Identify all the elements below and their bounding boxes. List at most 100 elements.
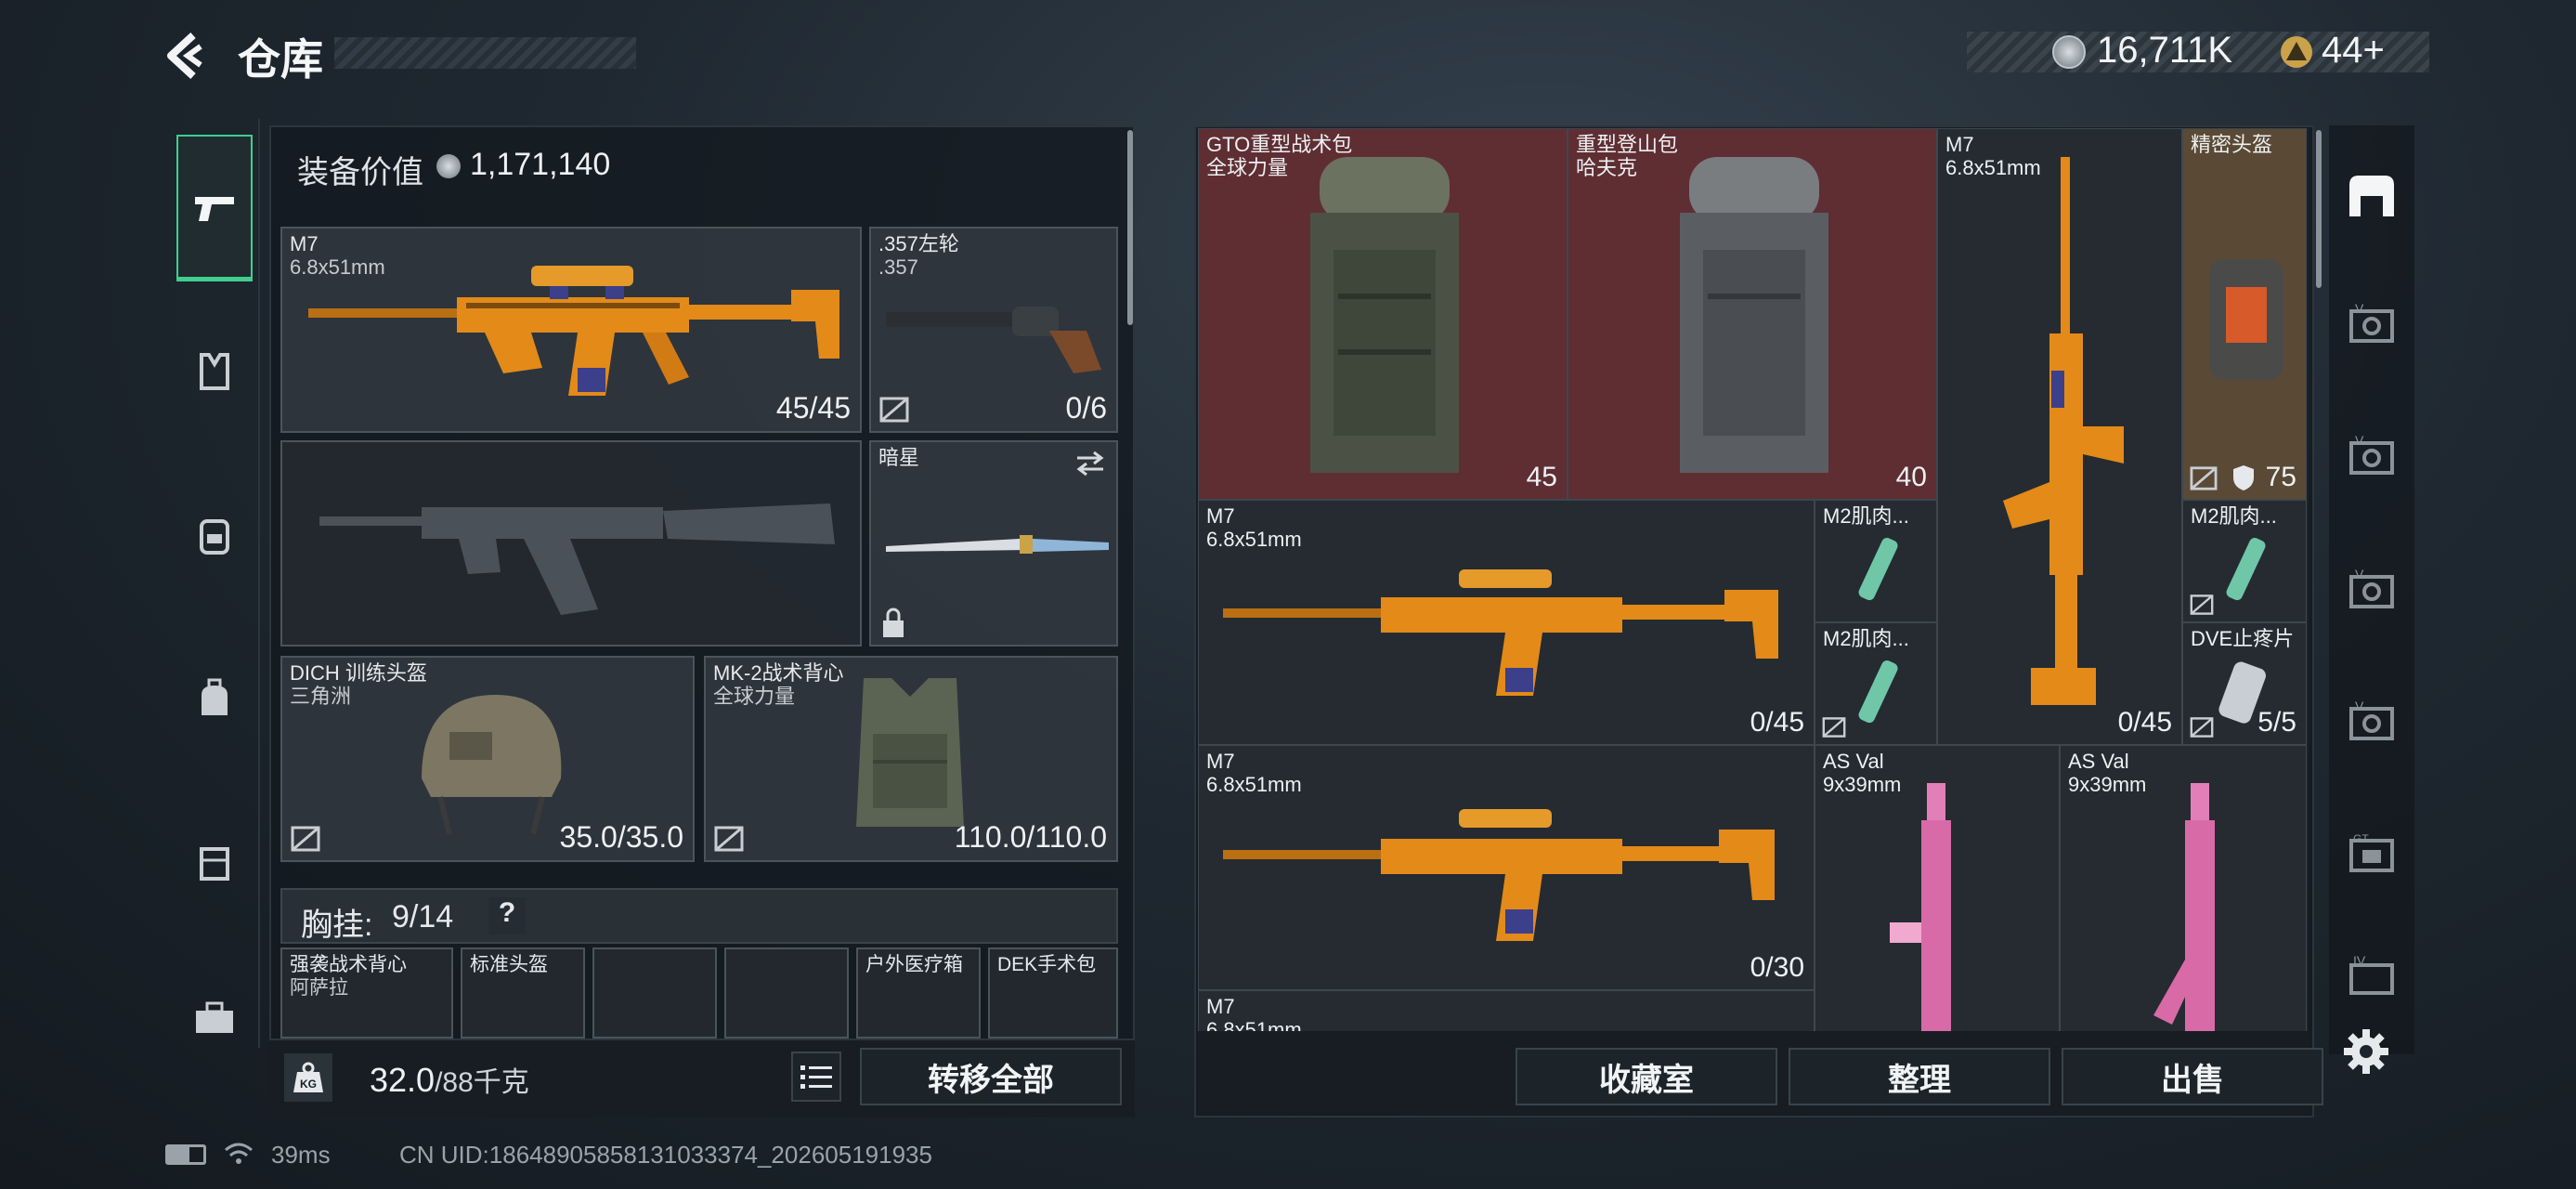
ammo-count: 45/45 (775, 391, 851, 425)
category-case-tab[interactable] (181, 829, 248, 895)
category-armor-tab[interactable] (181, 338, 248, 405)
storage-tab-7[interactable]: IV (2335, 944, 2409, 1011)
ammo-count: 0/45 (2117, 707, 2172, 738)
chevron-left-icon (167, 33, 202, 79)
storage-item-m7-2[interactable]: M7 6.8x51mm 0/30 (1198, 745, 1815, 990)
small-slot-6[interactable]: DEK手术包 (988, 947, 1118, 1039)
storage-item-precision-helmet[interactable]: 精密头盔 75 (2182, 128, 2307, 500)
chest-rig-bar[interactable]: 胸挂: 9/14 ? (280, 888, 1118, 944)
panel-scrollbar[interactable] (1127, 130, 1133, 325)
storage-tab-4[interactable]: V (2335, 557, 2409, 624)
small-slot-3[interactable] (592, 947, 717, 1039)
rifle-image (1223, 809, 1775, 941)
chest-rig-help-button[interactable]: ? (488, 897, 526, 934)
capacity: 40 (1895, 462, 1927, 492)
category-weapons-tab[interactable] (176, 135, 253, 281)
transfer-all-button[interactable]: 转移全部 (860, 1048, 1122, 1105)
storage-tab-home[interactable] (2335, 163, 2409, 229)
storage-item-as-val-1[interactable]: AS Val 9x39mm (1815, 745, 2060, 1031)
storage-item-backpack-gto[interactable]: GTO重型战术包 全球力量 45 (1198, 128, 1568, 500)
backpack-image (1680, 157, 1828, 473)
active-tab-indicator (176, 277, 253, 281)
rifle-image (308, 266, 839, 396)
organize-button[interactable]: 整理 (1789, 1048, 2050, 1105)
armor-slot[interactable]: MK-2战术背心 全球力量 110.0/110.0 (704, 656, 1118, 862)
storage-item-m2-muscle-2[interactable]: M2肌肉... (1815, 622, 1937, 745)
backpack-icon (200, 519, 229, 555)
small-slot-4[interactable] (724, 947, 849, 1039)
item-name: M7 6.8x51mm (1206, 504, 1302, 551)
sidearm-slot[interactable]: .357左轮 .357 0/6 (869, 227, 1118, 433)
item-name: 精密头盔 (2191, 133, 2273, 156)
storage-item-backpack-mountain[interactable]: 重型登山包 哈夫克 40 (1568, 128, 1937, 500)
storage-item-m7-3[interactable]: M7 6.8x51mm (1198, 990, 1815, 1031)
item-name: AS Val 9x39mm (2068, 750, 2147, 796)
storage-item-painkiller[interactable]: DVE止疼片 5/5 (2182, 622, 2307, 745)
coin-icon (436, 154, 461, 178)
bag-icon (202, 678, 228, 715)
storage-scrollbar[interactable] (2316, 130, 2322, 288)
storage-item-m7[interactable]: M7 6.8x51mm 0/45 (1198, 500, 1815, 745)
rifle-silhouette-icon (319, 503, 835, 615)
warehouse-icon (2349, 176, 2394, 216)
durability: 35.0/35.0 (559, 820, 683, 854)
storage-tab-6[interactable]: GT (2335, 821, 2409, 888)
shield-icon (2233, 465, 2254, 490)
title-decoration (334, 37, 636, 69)
item-name: 标准头盔 (470, 954, 548, 975)
svg-text:KG: KG (300, 1078, 317, 1091)
item-name: DEK手术包 (997, 954, 1097, 975)
category-toolbox-tab[interactable] (181, 985, 248, 1052)
list-view-button[interactable] (791, 1052, 841, 1102)
item-name: M2肌肉... (1823, 504, 1909, 528)
category-helmet-tab[interactable] (181, 665, 248, 732)
durability: 110.0/110.0 (954, 820, 1107, 854)
storage-box-icon: V (2349, 434, 2394, 475)
settings-button[interactable] (2340, 1026, 2392, 1078)
helmet-slot[interactable]: DICH 训练头盔 三角洲 35.0/35.0 (280, 656, 695, 862)
storage-tab-3[interactable]: V (2335, 424, 2409, 490)
coin-icon (2052, 35, 2086, 69)
storage-item-m7-vertical[interactable]: M7 6.8x51mm 0/45 (1937, 128, 2182, 745)
no-mod-icon (879, 397, 909, 423)
svg-text:IV: IV (2353, 954, 2366, 968)
storage-box-icon: V (2349, 568, 2394, 608)
storage-tab-2[interactable]: V (2335, 292, 2409, 359)
sell-button[interactable]: 出售 (2062, 1048, 2323, 1105)
storage-box-icon: GT (2349, 832, 2394, 872)
knife-image (886, 535, 1109, 554)
equipment-value-label: 装备价值 (297, 155, 423, 190)
vest-image (856, 678, 964, 827)
item-name: 暗星 (878, 446, 920, 469)
ticket-amount[interactable]: 44+ (2322, 30, 2385, 72)
storage-item-m2-muscle-3[interactable]: M2肌肉... (2182, 500, 2307, 622)
item-count: 5/5 (2257, 707, 2296, 738)
chest-rig-count: 9/14 (392, 899, 454, 934)
small-slot-5[interactable]: 户外医疗箱 (856, 947, 981, 1039)
storage-item-as-val-2[interactable]: AS Val 9x39mm (2060, 745, 2307, 1031)
item-name: DICH 训练头盔 三角洲 (290, 661, 427, 708)
no-mod-icon (2190, 466, 2218, 490)
primary-weapon-slot[interactable]: M7 6.8x51mm 45/45 (280, 227, 862, 433)
syringe-image (2226, 538, 2266, 601)
svg-text:V: V (2355, 434, 2364, 448)
category-backpack-tab[interactable] (181, 502, 248, 568)
battery-icon (165, 1144, 206, 1165)
swap-icon[interactable] (1073, 450, 1107, 477)
syringe-image (1858, 660, 1898, 724)
melee-slot[interactable]: 暗星 (869, 440, 1118, 647)
storage-box-icon: V (2349, 699, 2394, 740)
helmet-image (2209, 259, 2283, 380)
small-slot-2[interactable]: 标准头盔 (461, 947, 585, 1039)
no-mod-icon (714, 826, 744, 852)
secondary-weapon-slot[interactable] (280, 440, 862, 647)
page-title: 仓库 (238, 35, 323, 84)
rifle-image (1890, 783, 1951, 1031)
storage-item-m2-muscle-1[interactable]: M2肌肉... (1815, 500, 1937, 622)
gear-icon (2344, 1029, 2388, 1074)
storage-box-icon: V (2349, 302, 2394, 343)
collection-room-button[interactable]: 收藏室 (1516, 1048, 1777, 1105)
storage-tab-5[interactable]: V (2335, 689, 2409, 756)
small-slot-1[interactable]: 强袭战术背心 阿萨拉 (280, 947, 453, 1039)
back-button[interactable] (160, 28, 215, 84)
